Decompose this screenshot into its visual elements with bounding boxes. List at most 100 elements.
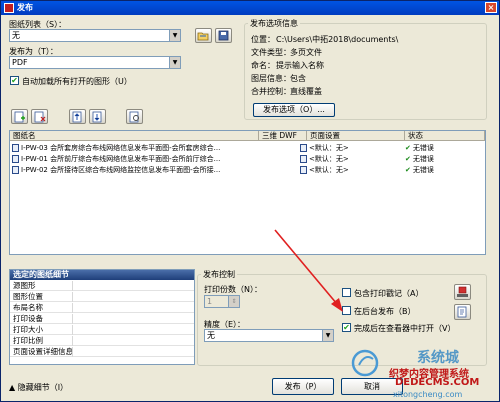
layer-info-label: 图层信息： xyxy=(251,74,291,83)
auto-load-label: 自动加载所有打开的图形（U） xyxy=(22,77,132,86)
load-sheet-list-button[interactable] xyxy=(195,28,212,43)
publish-to-select[interactable]: PDF ▼ xyxy=(9,56,181,69)
detail-row: 打印比例 xyxy=(10,336,194,346)
sheet-list-value: 无 xyxy=(12,31,20,40)
copies-label: 打印份数（N）： xyxy=(204,285,262,294)
hide-details-label: 隐藏细节（I） xyxy=(17,383,69,392)
page-setup-button[interactable] xyxy=(454,304,471,320)
publish-button[interactable]: 发布（P） xyxy=(272,378,334,395)
detail-row: 打印大小 xyxy=(10,325,194,335)
copies-spinner[interactable]: 1 ⇕ xyxy=(204,295,240,308)
page-setup-value[interactable]: <默认：无> xyxy=(309,166,349,174)
publish-options-button[interactable]: 发布选项（O）... xyxy=(253,103,335,117)
precision-value: 无 xyxy=(207,331,215,340)
remove-sheet-icon xyxy=(34,111,46,123)
remove-sheets-button[interactable] xyxy=(31,109,48,124)
auto-load-checkbox[interactable]: ✔ xyxy=(10,76,19,85)
chevron-down-icon: ▼ xyxy=(169,30,180,41)
table-row[interactable]: I-PW-01 会所前厅综合布线网络信息发布平面图-会所前厅综合... <默认：… xyxy=(10,154,485,165)
watermark: 系统城 织梦内容管理系统 DEDECMS.COM xitongcheng.com xyxy=(351,343,500,402)
window-title: 发布 xyxy=(17,3,33,12)
drawing-sheet-icon xyxy=(12,144,19,152)
folder-open-icon xyxy=(197,32,209,41)
page-setup-value[interactable]: <默认：无> xyxy=(309,155,349,163)
preview-icon xyxy=(129,111,139,123)
add-sheets-button[interactable] xyxy=(11,109,28,124)
drawing-sheet-icon xyxy=(12,155,19,163)
checkmark-icon: ✔ xyxy=(405,166,411,174)
collapse-arrow-icon: ▲ xyxy=(9,383,16,392)
page-setup-icon xyxy=(457,306,467,318)
preview-button[interactable] xyxy=(126,109,143,124)
location-value: C:\Users\中拓2018\documents\ xyxy=(276,35,399,44)
publish-in-background-label: 在后台发布（B） xyxy=(354,307,416,316)
page-setup-icon xyxy=(300,166,307,174)
hide-details-link[interactable]: ▲ 隐藏细节（I） xyxy=(9,382,68,393)
status-value: 无错误 xyxy=(412,144,434,152)
col-header-page-setup[interactable]: 页面设置 xyxy=(307,131,405,141)
autocad-app-icon xyxy=(4,3,14,13)
detail-label: 页面设置详细信息 xyxy=(13,347,73,356)
page-setup-value[interactable]: <默认：无> xyxy=(309,144,349,152)
detail-label: 打印比例 xyxy=(13,336,43,345)
plot-stamp-settings-button[interactable] xyxy=(454,284,471,300)
merge-control-label: 合并控制： xyxy=(251,87,291,96)
sheets-table: 图纸名 三维 DWF 页面设置 状态 I-PW-03 会所套房综合布线网络信息发… xyxy=(9,130,486,255)
publish-control-group-label: 发布控制 xyxy=(201,269,237,280)
move-sheet-up-button[interactable] xyxy=(69,109,86,124)
save-icon xyxy=(218,30,229,41)
status-value: 无错误 xyxy=(412,166,434,174)
chevron-down-icon: ▼ xyxy=(322,330,333,341)
stamp-icon xyxy=(457,286,468,297)
page-setup-icon xyxy=(300,144,307,152)
table-row[interactable]: I-PW-03 会所套房综合布线网络信息发布平面图-会所套房综合... <默认：… xyxy=(10,143,485,154)
move-up-icon xyxy=(72,111,82,123)
sheet-name: I-PW-02 会所接待区综合布线网络监控信息发布平面图-会所接... xyxy=(21,166,221,174)
col-header-3d-dwf[interactable]: 三维 DWF xyxy=(259,131,307,141)
naming-value: 提示输入名称 xyxy=(276,61,324,70)
detail-label: 打印大小 xyxy=(13,325,43,334)
include-plot-stamp-label: 包含打印戳记（A） xyxy=(354,289,424,298)
publish-dialog: 发布 × 图纸列表（S）： 无 ▼ 发布为（T）： PDF ▼ ✔ 自动加载所有… xyxy=(0,0,500,402)
annotation-arrow-icon xyxy=(274,229,343,312)
chevron-down-icon: ▼ xyxy=(169,57,180,68)
drawing-sheet-icon xyxy=(12,166,19,174)
publish-to-value: PDF xyxy=(12,58,28,67)
move-sheet-down-button[interactable] xyxy=(89,109,106,124)
precision-select[interactable]: 无 ▼ xyxy=(204,329,334,342)
open-in-viewer-checkbox[interactable]: ✔ xyxy=(342,323,351,332)
watermark-line3: xitongcheng.com xyxy=(393,390,463,399)
table-row[interactable]: I-PW-02 会所接待区综合布线网络监控信息发布平面图-会所接... <默认：… xyxy=(10,165,485,176)
col-header-status[interactable]: 状态 xyxy=(405,131,485,141)
detail-label: 打印设备 xyxy=(13,314,43,323)
checkmark-icon: ✔ xyxy=(405,144,411,152)
spinner-arrows-icon[interactable]: ⇕ xyxy=(228,296,239,307)
detail-row: 布局名称 xyxy=(10,303,194,313)
watermark-logo-icon xyxy=(351,349,379,377)
move-down-icon xyxy=(92,111,102,123)
page-setup-icon xyxy=(300,155,307,163)
detail-row: 打印设备 xyxy=(10,314,194,324)
open-in-viewer-label: 完成后在查看器中打开（V） xyxy=(354,324,456,333)
sheet-list-select[interactable]: 无 ▼ xyxy=(9,29,181,42)
selected-sheet-details: 选定的图纸细节 源图形 图形位置 布局名称 打印设备 打印大小 打印比例 页面设… xyxy=(9,269,195,365)
detail-label: 布局名称 xyxy=(13,303,43,312)
status-value: 无错误 xyxy=(412,155,434,163)
add-sheet-icon xyxy=(14,111,25,123)
detail-row: 源图形 xyxy=(10,281,194,291)
close-button[interactable]: × xyxy=(485,2,497,13)
col-header-sheet-name[interactable]: 图纸名 xyxy=(10,131,259,141)
naming-label: 命名： xyxy=(251,61,275,70)
watermark-line2: DEDECMS.COM xyxy=(395,377,480,388)
save-sheet-list-button[interactable] xyxy=(215,28,232,43)
detail-label: 图形位置 xyxy=(13,292,43,301)
copies-value: 1 xyxy=(207,297,213,306)
checkmark-icon: ✔ xyxy=(405,155,411,163)
location-label: 位置： xyxy=(251,35,275,44)
detail-row: 图形位置 xyxy=(10,292,194,302)
layer-info-value: 包含 xyxy=(290,74,306,83)
sheet-name: I-PW-03 会所套房综合布线网络信息发布平面图-会所套房综合... xyxy=(21,144,221,152)
filetype-label: 文件类型： xyxy=(251,48,291,57)
detail-row: 页面设置详细信息 xyxy=(10,347,194,357)
details-header: 选定的图纸细节 xyxy=(10,270,194,280)
